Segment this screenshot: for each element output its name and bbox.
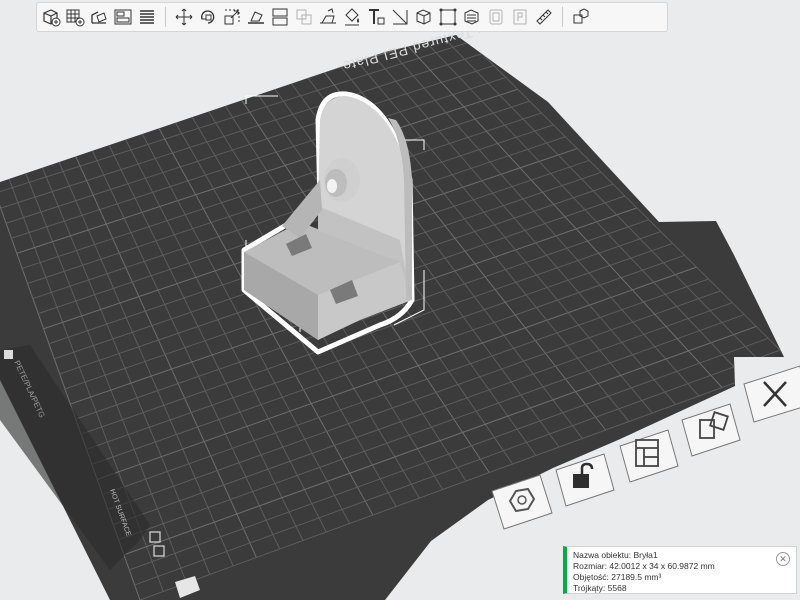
support-paint-icon	[320, 8, 336, 24]
seam-icon	[464, 9, 479, 25]
brim-ears-button[interactable]	[484, 5, 508, 29]
variable-layer-button[interactable]	[436, 5, 460, 29]
object-volume: Objętość: 27189.5 mm³	[573, 572, 662, 582]
move-icon	[175, 8, 193, 26]
scale-icon	[224, 9, 240, 25]
auto-arrange-button[interactable]	[681, 403, 741, 457]
top-toolbar	[36, 2, 668, 32]
toolbar-separator	[165, 7, 166, 27]
measure-icon	[392, 9, 408, 25]
grid-plus-icon	[66, 9, 85, 27]
3d-viewport[interactable]: Bambu Textured PEI Plate PETE/PLA/PETG H…	[0, 0, 800, 600]
add-object-button[interactable]	[39, 5, 63, 29]
object-size: Rozmiar: 42.0012 x 34 x 60.9872 mm	[573, 561, 715, 571]
layout-button[interactable]	[619, 429, 679, 483]
add-plate-button[interactable]	[63, 5, 87, 29]
text-icon	[369, 9, 385, 25]
close-plate-button[interactable]	[743, 365, 800, 423]
cut-button[interactable]	[268, 5, 292, 29]
emboss-button[interactable]	[508, 5, 532, 29]
object-triangles: Trójkąty: 5568	[573, 583, 627, 593]
object-name: Nazwa obiektu: Bryła1	[573, 550, 658, 560]
object-info-panel: Nazwa obiektu: Bryła1 Rozmiar: 42.0012 x…	[563, 546, 797, 594]
lay-on-face-button[interactable]	[244, 5, 268, 29]
explode-button[interactable]	[569, 5, 593, 29]
orient-icon	[91, 11, 107, 24]
auto-orient-button[interactable]	[87, 5, 111, 29]
explode-icon	[573, 8, 589, 24]
layers-icon	[140, 10, 154, 24]
brim-ears-icon	[489, 9, 503, 25]
color-paint-button[interactable]	[340, 5, 364, 29]
measure-button[interactable]	[388, 5, 412, 29]
rotate-icon	[201, 10, 215, 24]
seam-button[interactable]	[460, 5, 484, 29]
emboss-icon	[513, 9, 527, 25]
rotate-button[interactable]	[196, 5, 220, 29]
split-plates-button[interactable]	[135, 5, 159, 29]
arrange-icon	[114, 9, 132, 25]
boolean-button[interactable]	[292, 5, 316, 29]
assembly-icon	[416, 9, 431, 25]
ruler-button[interactable]	[532, 5, 556, 29]
arrange-button[interactable]	[111, 5, 135, 29]
support-paint-button[interactable]	[316, 5, 340, 29]
scale-button[interactable]	[220, 5, 244, 29]
ruler-icon	[536, 9, 552, 25]
assembly-button[interactable]	[412, 5, 436, 29]
move-button[interactable]	[172, 5, 196, 29]
close-icon: ✕	[779, 553, 787, 564]
variable-layer-icon	[439, 8, 457, 26]
cut-icon	[272, 8, 288, 26]
toolbar-separator	[562, 7, 563, 27]
boolean-icon	[296, 9, 312, 25]
cube-plus-icon	[43, 9, 61, 27]
paint-bucket-icon	[345, 8, 359, 26]
text-button[interactable]	[364, 5, 388, 29]
lay-face-icon	[248, 11, 264, 24]
info-close-button[interactable]: ✕	[776, 552, 790, 566]
